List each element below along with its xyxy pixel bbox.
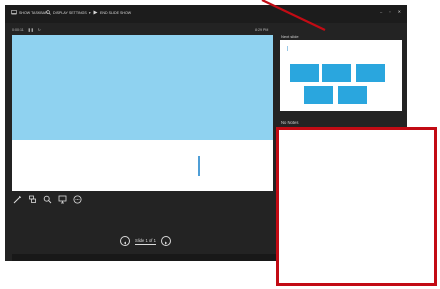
tile — [356, 64, 385, 82]
end-show-label: END SLIDE SHOW — [100, 10, 132, 15]
end-show-icon — [93, 10, 98, 15]
tile — [322, 64, 351, 82]
current-slide[interactable] — [12, 35, 273, 191]
timer-bar: 0:00:11 ❚❚ ↻ — [12, 28, 41, 32]
pen-icon[interactable] — [13, 195, 22, 204]
window-controls: – ▫ ✕ — [380, 9, 401, 14]
zoom-icon[interactable] — [43, 195, 52, 204]
presenter-toolbar: SHOW TASKBAR DISPLAY SETTINGS ▾ END SLID… — [5, 5, 407, 23]
minimize-button[interactable]: – — [380, 9, 382, 14]
slide-tools — [13, 195, 82, 204]
search-icon — [46, 10, 51, 15]
display-settings-button[interactable]: DISPLAY SETTINGS ▾ — [46, 10, 91, 15]
next-slide-label: Next slide — [281, 34, 299, 39]
timer-display: 0:00:11 — [12, 28, 24, 32]
thumbnail-cursor — [287, 46, 288, 51]
highlight-box — [276, 127, 437, 286]
prev-icon — [123, 232, 127, 250]
notes-label: No Notes — [281, 120, 299, 125]
restore-button[interactable]: ▫ — [389, 9, 390, 14]
next-icon — [164, 232, 168, 250]
close-button[interactable]: ✕ — [398, 9, 401, 14]
display-settings-label: DISPLAY SETTINGS — [53, 10, 87, 15]
show-taskbar-button[interactable]: SHOW TASKBAR — [11, 10, 48, 15]
slide-navigation: Slide 1 of 1 — [120, 236, 171, 246]
chevron-down-icon: ▾ — [88, 10, 91, 15]
slides-grid-icon[interactable] — [28, 195, 37, 204]
next-slide-thumbnail[interactable] — [280, 40, 402, 111]
pointer-icon[interactable] — [58, 195, 67, 204]
text-cursor — [198, 156, 200, 176]
clock-display: 8:29 PM — [255, 28, 269, 32]
slide-header-band — [12, 35, 273, 140]
reset-icon[interactable]: ↻ — [38, 28, 41, 32]
tile — [290, 64, 319, 82]
next-slide-button[interactable] — [160, 236, 171, 246]
tile — [338, 86, 367, 104]
monitor-icon — [11, 10, 17, 15]
show-taskbar-label: SHOW TASKBAR — [19, 10, 48, 15]
previous-slide-button[interactable] — [120, 236, 130, 246]
pause-icon[interactable]: ❚❚ — [28, 28, 34, 32]
end-show-button[interactable]: END SLIDE SHOW — [93, 10, 131, 15]
tile — [304, 86, 333, 104]
more-options-icon[interactable] — [73, 195, 82, 204]
slide-counter[interactable]: Slide 1 of 1 — [135, 238, 156, 245]
